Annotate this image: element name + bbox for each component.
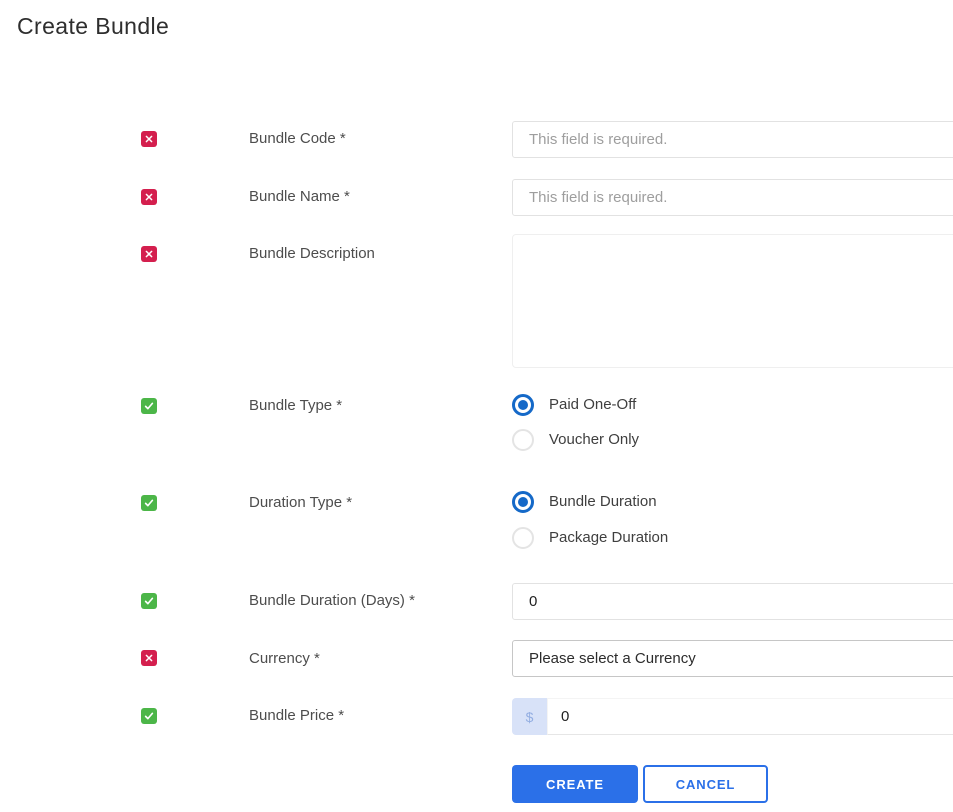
bundle-code-input[interactable] <box>512 121 953 158</box>
create-bundle-page: Create Bundle Bundle Code * Bundle Name … <box>0 0 953 812</box>
radio-bundle-duration[interactable] <box>512 491 534 513</box>
valid-check-icon <box>141 708 157 724</box>
valid-check-icon <box>141 398 157 414</box>
error-x-icon <box>141 131 157 147</box>
page-title: Create Bundle <box>17 13 170 39</box>
error-x-icon <box>141 189 157 205</box>
radio-paid-one-off[interactable] <box>512 394 534 416</box>
radio-voucher-only[interactable] <box>512 429 534 451</box>
radio-package-duration[interactable] <box>512 527 534 549</box>
valid-check-icon <box>141 495 157 511</box>
currency-prefix-badge: $ <box>512 698 547 735</box>
duration-type-label: Duration Type * <box>249 494 353 511</box>
bundle-name-label: Bundle Name * <box>249 188 350 205</box>
bundle-description-textarea[interactable] <box>512 234 953 368</box>
radio-voucher-only-label[interactable]: Voucher Only <box>549 429 639 451</box>
error-x-icon <box>141 650 157 666</box>
cancel-button[interactable]: CANCEL <box>643 765 768 803</box>
currency-select[interactable]: Please select a Currency <box>512 640 953 677</box>
bundle-type-label: Bundle Type * <box>249 397 343 414</box>
bundle-duration-days-input[interactable] <box>512 583 953 620</box>
bundle-description-label: Bundle Description <box>249 245 375 262</box>
bundle-code-label: Bundle Code * <box>249 130 346 147</box>
bundle-duration-days-label: Bundle Duration (Days) * <box>249 592 415 609</box>
bundle-price-input[interactable] <box>547 698 953 735</box>
error-x-icon <box>141 246 157 262</box>
bundle-price-label: Bundle Price * <box>249 707 345 724</box>
bundle-name-input[interactable] <box>512 179 953 216</box>
currency-label: Currency * <box>249 650 320 667</box>
radio-bundle-duration-label[interactable]: Bundle Duration <box>549 491 657 513</box>
valid-check-icon <box>141 593 157 609</box>
radio-paid-one-off-label[interactable]: Paid One-Off <box>549 394 636 416</box>
create-button[interactable]: CREATE <box>512 765 638 803</box>
currency-select-value: Please select a Currency <box>529 650 696 667</box>
radio-package-duration-label[interactable]: Package Duration <box>549 527 668 549</box>
